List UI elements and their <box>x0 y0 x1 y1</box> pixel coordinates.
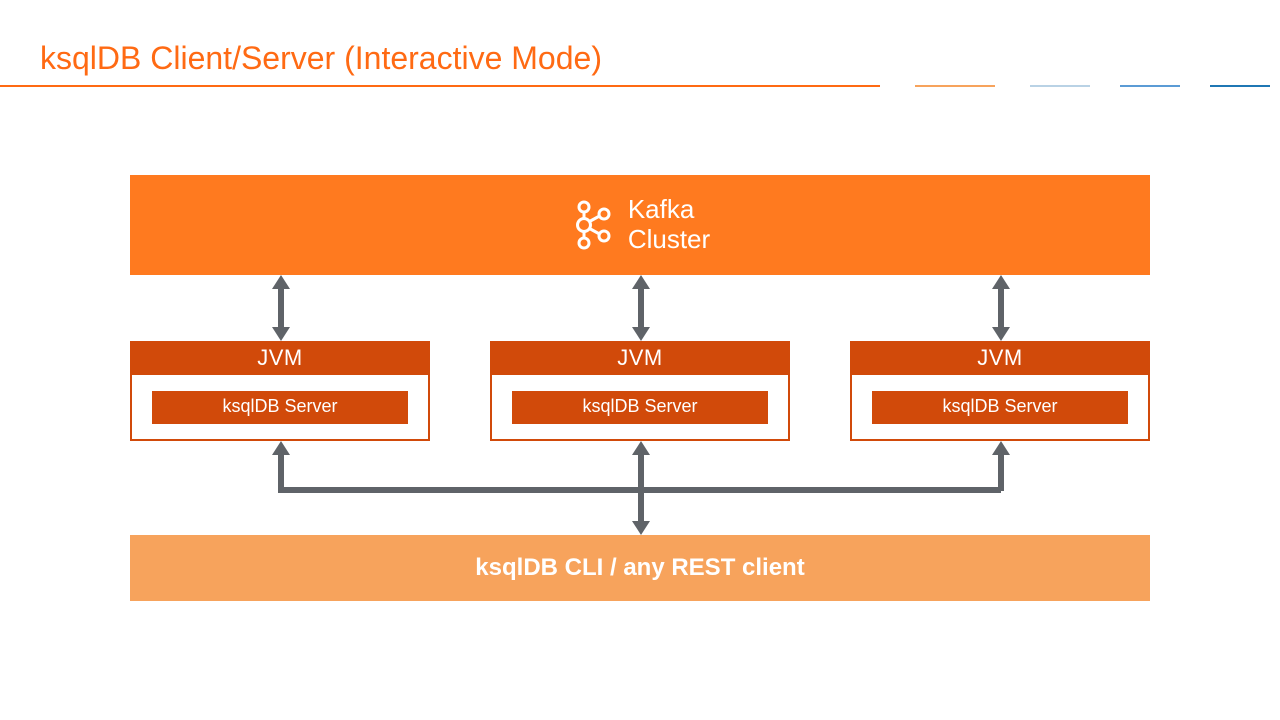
arrowhead-bus-up-3 <box>992 441 1010 455</box>
jvm-head-3: JVM <box>852 343 1148 375</box>
arrowhead-bus-down <box>632 521 650 535</box>
arrow-bus-stub-2 <box>638 453 644 491</box>
arrow-kafka-jvm-1 <box>278 287 284 329</box>
arrowhead-down-1 <box>272 327 290 341</box>
kafka-label: Kafka Cluster <box>628 195 710 255</box>
title-rule <box>0 85 1280 89</box>
slide-title: ksqlDB Client/Server (Interactive Mode) <box>40 40 602 77</box>
jvm-box-2: JVM ksqlDB Server <box>490 341 790 441</box>
arrow-bus-to-client <box>638 487 644 525</box>
arrow-bus-stub-3 <box>998 453 1004 491</box>
kafka-label-line2: Cluster <box>628 225 710 255</box>
arrow-bus-stub-1 <box>278 453 284 491</box>
rule-segment-3 <box>1030 85 1090 87</box>
arrow-kafka-jvm-2 <box>638 287 644 329</box>
jvm-head-1: JVM <box>132 343 428 375</box>
kafka-label-line1: Kafka <box>628 195 710 225</box>
jvm-box-1: JVM ksqlDB Server <box>130 341 430 441</box>
client-box: ksqlDB CLI / any REST client <box>130 535 1150 601</box>
kafka-icon <box>570 199 614 251</box>
arrow-kafka-jvm-3 <box>998 287 1004 329</box>
jvm-box-3: JVM ksqlDB Server <box>850 341 1150 441</box>
arrowhead-down-2 <box>632 327 650 341</box>
arrowhead-up-1 <box>272 275 290 289</box>
rule-segment-4 <box>1120 85 1180 87</box>
rule-segment-5 <box>1210 85 1270 87</box>
arrowhead-up-3 <box>992 275 1010 289</box>
diagram-canvas: Kafka Cluster JVM ksqlDB Server JVM ksql… <box>130 175 1150 655</box>
arrowhead-down-3 <box>992 327 1010 341</box>
ksqldb-server-1: ksqlDB Server <box>152 391 408 424</box>
ksqldb-server-2: ksqlDB Server <box>512 391 768 424</box>
rule-segment-2 <box>915 85 995 87</box>
arrowhead-bus-up-1 <box>272 441 290 455</box>
rule-segment-main <box>0 85 880 87</box>
arrowhead-bus-up-2 <box>632 441 650 455</box>
arrowhead-up-2 <box>632 275 650 289</box>
ksqldb-server-3: ksqlDB Server <box>872 391 1128 424</box>
jvm-head-2: JVM <box>492 343 788 375</box>
kafka-cluster-box: Kafka Cluster <box>130 175 1150 275</box>
